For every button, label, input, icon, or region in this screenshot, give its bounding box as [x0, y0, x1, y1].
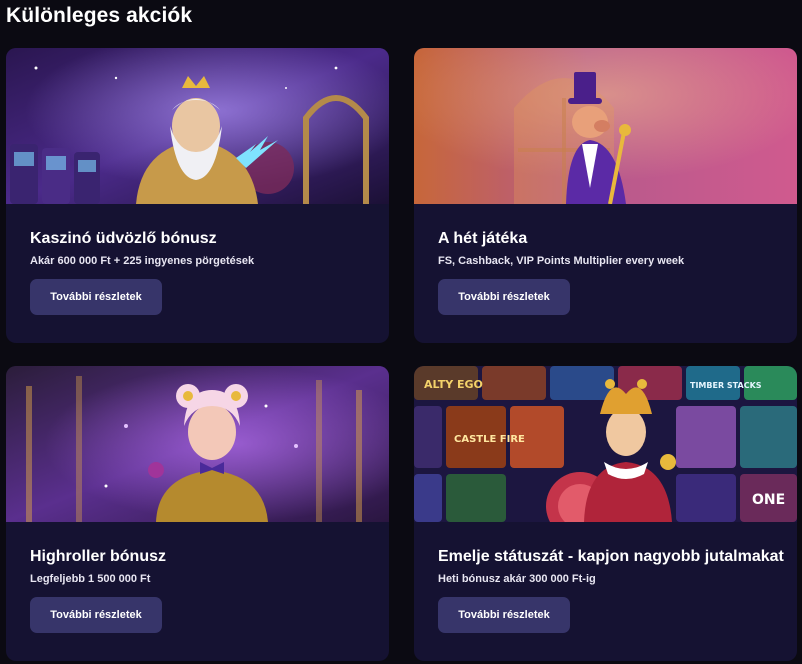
- pig-top-hat-illustration: [414, 48, 797, 204]
- promo-banner-image: [6, 366, 389, 522]
- promo-card-status-upgrade: ALTY EGO CASTLE FIRE TIMBER STACKS ONE E…: [414, 366, 797, 661]
- promo-banner-image: ALTY EGO CASTLE FIRE TIMBER STACKS ONE: [414, 366, 797, 522]
- zeus-illustration: [6, 48, 389, 204]
- promo-title: Kaszinó üdvözlő bónusz: [30, 230, 217, 247]
- promo-title: Emelje státuszát - kapjon nagyobb jutalm…: [438, 548, 784, 565]
- jester-slot-collage: ALTY EGO CASTLE FIRE TIMBER STACKS ONE: [414, 366, 797, 522]
- promo-title: A hét játéka: [438, 230, 528, 247]
- promo-card-welcome-bonus: Kaszinó üdvözlő bónusz Akár 600 000 Ft +…: [6, 48, 389, 343]
- promo-banner-image: [6, 48, 389, 204]
- promo-card-body: Emelje státuszát - kapjon nagyobb jutalm…: [438, 547, 784, 586]
- promo-title: Highroller bónusz: [30, 548, 166, 565]
- tile-label: ALTY EGO: [424, 378, 483, 391]
- promo-description: Akár 600 000 Ft + 225 ingyenes pörgetése…: [30, 255, 255, 267]
- more-details-button[interactable]: További részletek: [30, 597, 162, 633]
- promo-card-body: A hét játéka FS, Cashback, VIP Points Mu…: [438, 229, 779, 268]
- promo-description: Heti bónusz akár 300 000 Ft-ig: [438, 573, 596, 585]
- section-title: Különleges akciók: [6, 4, 193, 27]
- promo-card-body: Kaszinó üdvözlő bónusz Akár 600 000 Ft +…: [30, 229, 371, 268]
- tile-label: TIMBER STACKS: [690, 381, 762, 390]
- more-details-button[interactable]: További részletek: [438, 597, 570, 633]
- promo-description: Legfeljebb 1 500 000 Ft: [30, 573, 151, 585]
- tile-label: ONE: [752, 492, 785, 508]
- promo-banner-image: [414, 48, 797, 204]
- harley-girl-illustration: [6, 366, 389, 522]
- promo-description: FS, Cashback, VIP Points Multiplier ever…: [438, 255, 685, 267]
- promo-card-highroller-bonus: Highroller bónusz Legfeljebb 1 500 000 F…: [6, 366, 389, 661]
- more-details-button[interactable]: További részletek: [438, 279, 570, 315]
- tile-label: CASTLE FIRE: [454, 434, 525, 445]
- more-details-button[interactable]: További részletek: [30, 279, 162, 315]
- promo-card-body: Highroller bónusz Legfeljebb 1 500 000 F…: [30, 547, 371, 586]
- promo-card-game-of-the-week: A hét játéka FS, Cashback, VIP Points Mu…: [414, 48, 797, 343]
- promotions-page: Különleges akciók Kaszinó üdvözlő bónusz…: [0, 0, 802, 664]
